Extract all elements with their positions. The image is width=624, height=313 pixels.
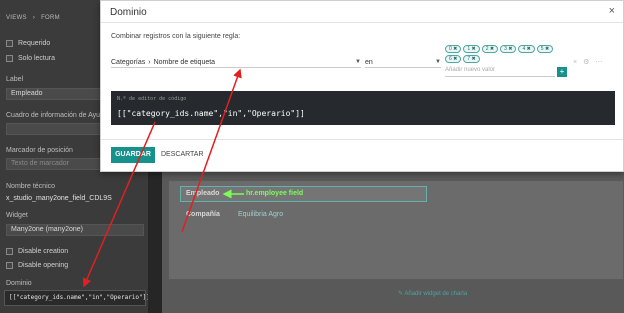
arrow-to-domain-field [82, 121, 156, 288]
annotation-arrows [82, 68, 244, 288]
arrow-to-field-path [181, 68, 242, 233]
